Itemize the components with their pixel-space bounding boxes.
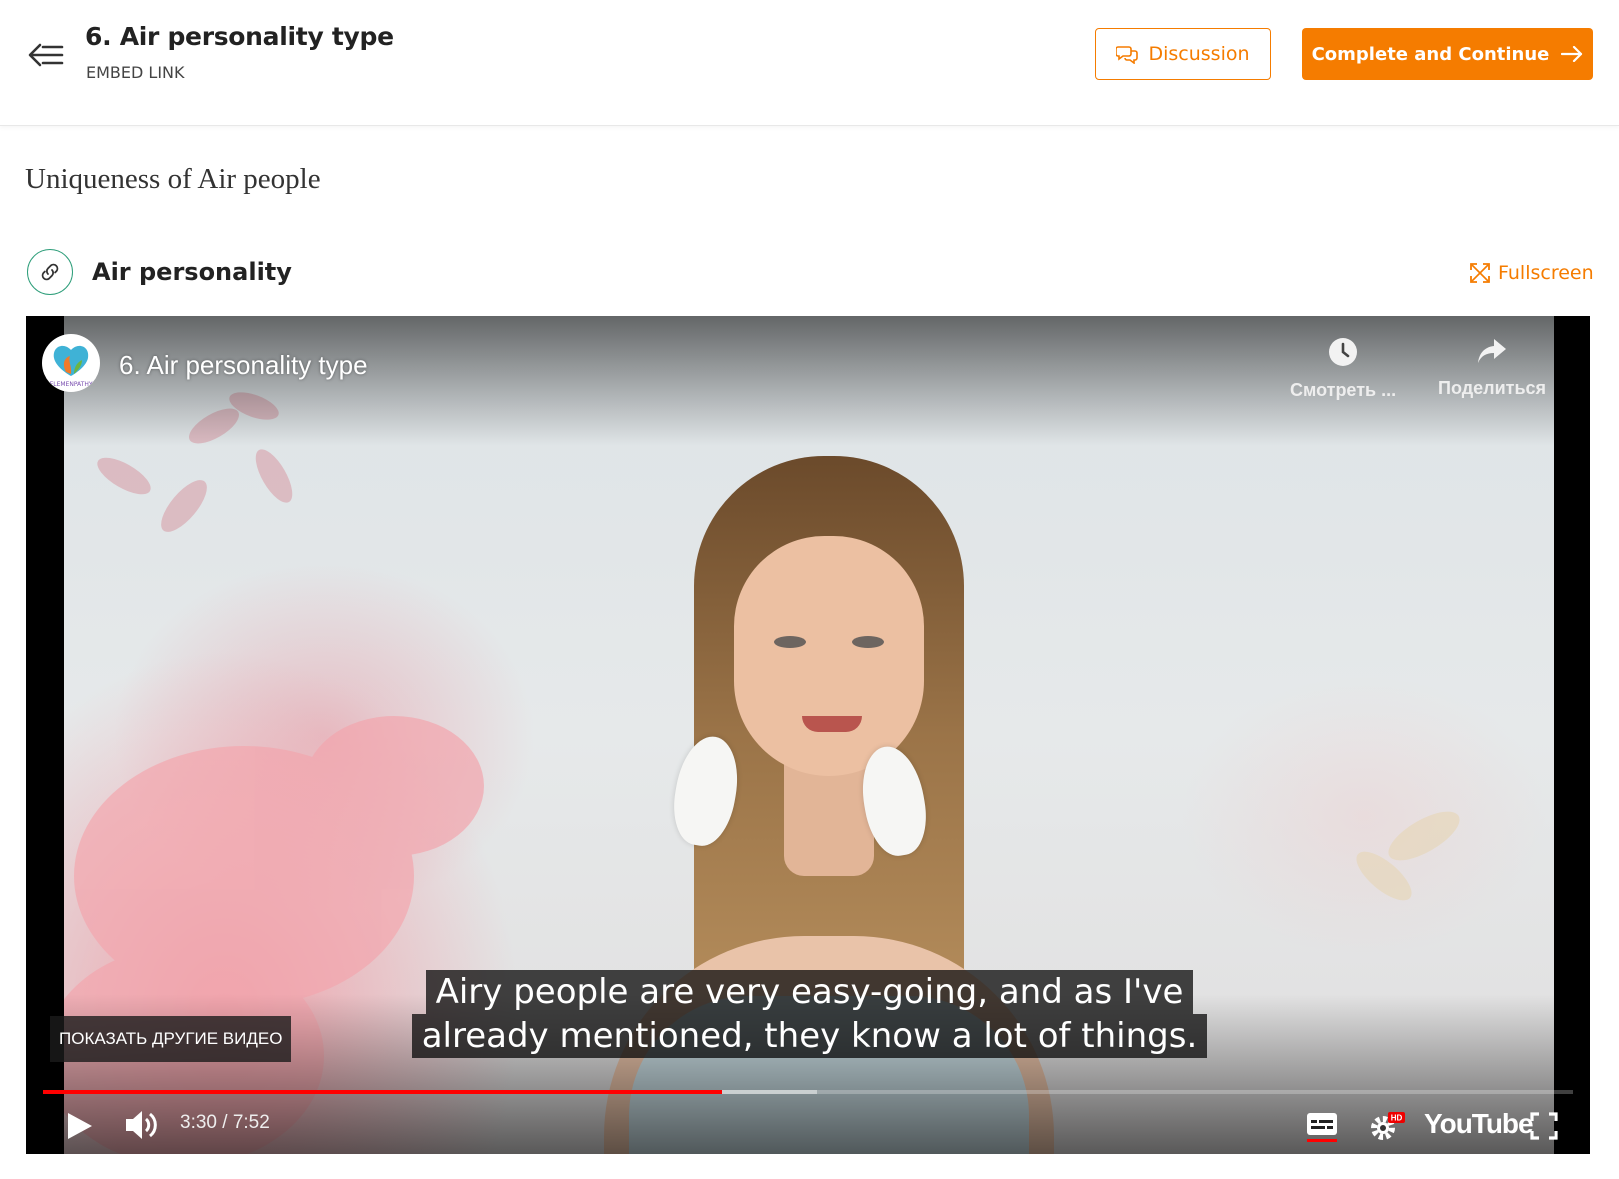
discussion-button[interactable]: Discussion [1095,28,1271,80]
fullscreen-link[interactable]: Fullscreen [1470,262,1594,284]
complete-label: Complete and Continue [1311,43,1550,65]
discussion-label: Discussion [1148,43,1250,65]
time-display: 3:30 / 7:52 [180,1112,270,1133]
play-icon [68,1113,92,1139]
channel-avatar[interactable]: ELEMENPATHY [42,334,100,392]
elemenpathy-logo-icon: ELEMENPATHY [49,345,93,388]
play-button[interactable] [64,1110,94,1147]
progress-bar[interactable] [43,1090,1573,1094]
share-arrow-icon [1478,339,1507,363]
fullscreen-icon [1530,1112,1558,1140]
expand-icon [1470,263,1490,283]
progress-played [43,1090,723,1094]
arrow-right-icon [1561,46,1583,62]
caption-text-1: Airy people are very easy-going, and as … [425,970,1194,1014]
section-heading: Uniqueness of Air people [25,163,321,195]
link-icon [27,249,73,295]
embed-title: Air personality [92,258,292,286]
youtube-logo[interactable]: YouTube [1424,1108,1534,1140]
clock-icon [1329,338,1358,366]
complete-and-continue-button[interactable]: Complete and Continue [1302,28,1593,80]
caption-text-2: already mentioned, they know a lot of th… [411,1014,1208,1058]
lesson-title: 6. Air personality type [85,22,394,51]
watch-later-button[interactable]: Смотреть ... [1290,336,1396,401]
mouth-shape [802,716,862,732]
hd-badge: HD [1391,1114,1403,1123]
caption-line-2: already mentioned, they know a lot of th… [0,1014,1619,1058]
gear-icon: HD [1371,1112,1405,1140]
subtitles-button[interactable] [1306,1110,1338,1149]
settings-button[interactable]: HD [1368,1110,1406,1149]
watch-later-label: Смотреть ... [1290,380,1397,400]
volume-button[interactable] [124,1108,160,1147]
video-fullscreen-button[interactable] [1530,1112,1558,1145]
channel-avatar-text: ELEMENPATHY [49,381,92,388]
sidebar-toggle-icon[interactable] [28,40,66,70]
share-button[interactable]: Поделиться [1438,336,1546,399]
video-title[interactable]: 6. Air personality type [119,350,368,381]
lesson-type-label: EMBED LINK [86,63,185,82]
subtitles-icon [1307,1113,1337,1142]
chat-bubbles-icon [1116,46,1139,64]
volume-icon [126,1111,157,1139]
eye-right [852,636,884,648]
share-label: Поделиться [1438,378,1547,398]
eye-left [774,636,806,648]
fullscreen-label: Fullscreen [1498,262,1594,284]
lesson-header: 6. Air personality type EMBED LINK Discu… [0,0,1619,126]
face-shape [734,536,924,776]
caption-line-1: Airy people are very easy-going, and as … [0,970,1619,1014]
